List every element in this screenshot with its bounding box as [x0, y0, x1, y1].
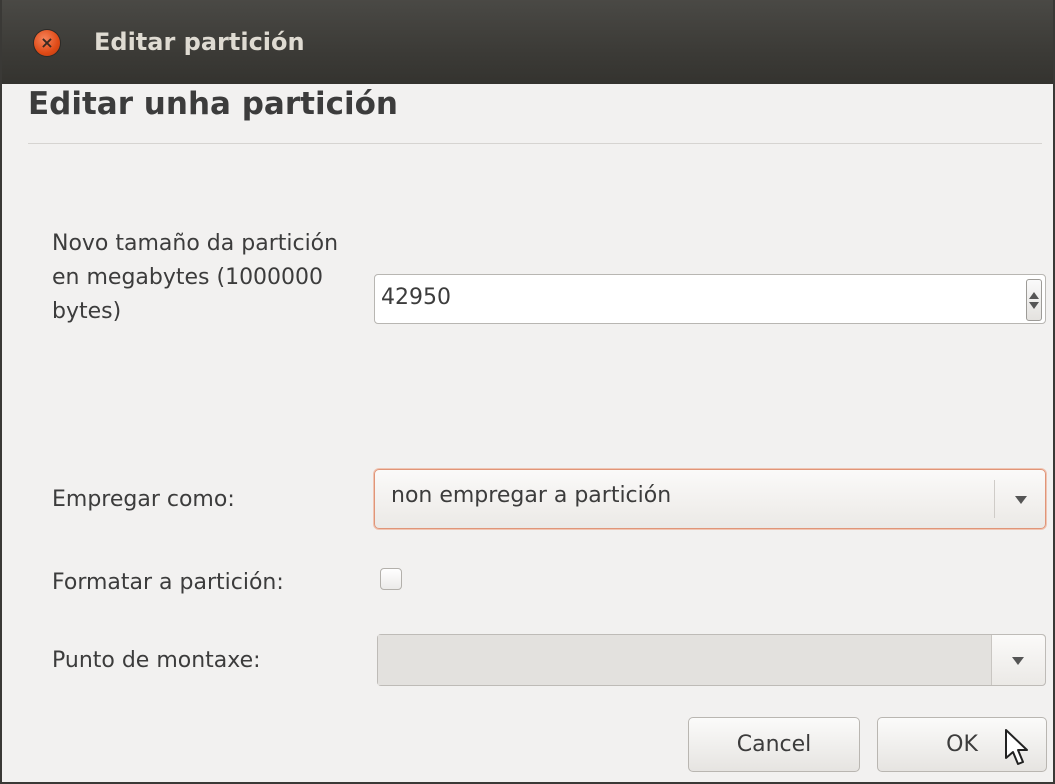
use-as-dropdown[interactable]: non empregar a partición [374, 469, 1046, 529]
mouse-cursor-icon [1005, 729, 1028, 765]
format-label: Formatar a partición: [52, 570, 284, 595]
heading-divider [28, 143, 1042, 144]
size-label: Novo tamaño da partición en megabytes (1… [52, 231, 339, 324]
window-title: Editar partición [94, 28, 305, 56]
dropdown-separator [994, 480, 995, 518]
mount-point-dropdown-button[interactable] [992, 635, 1045, 685]
close-icon: × [40, 32, 54, 52]
use-as-label: Empregar como: [52, 487, 235, 512]
use-as-selected: non empregar a partición [391, 483, 672, 508]
dialog-heading: Editar unha partición [28, 86, 398, 122]
mount-point-input[interactable] [378, 635, 992, 685]
spin-arrows[interactable] [1026, 279, 1042, 321]
mount-point-combo[interactable] [377, 634, 1046, 686]
chevron-down-icon [1012, 657, 1024, 665]
cancel-button[interactable]: Cancel [688, 717, 860, 772]
spin-down-icon[interactable] [1029, 301, 1039, 309]
format-checkbox[interactable] [380, 568, 402, 590]
chevron-down-icon[interactable] [1015, 496, 1027, 504]
spin-up-icon[interactable] [1029, 291, 1039, 299]
close-button[interactable]: × [34, 30, 60, 56]
mount-point-label: Punto de montaxe: [52, 648, 261, 673]
size-spinbox[interactable] [374, 274, 1046, 324]
size-input[interactable] [381, 285, 981, 310]
title-bar[interactable]: × Editar partición [2, 0, 1053, 84]
edit-partition-dialog: × Editar partición Editar unha partición… [0, 0, 1055, 784]
